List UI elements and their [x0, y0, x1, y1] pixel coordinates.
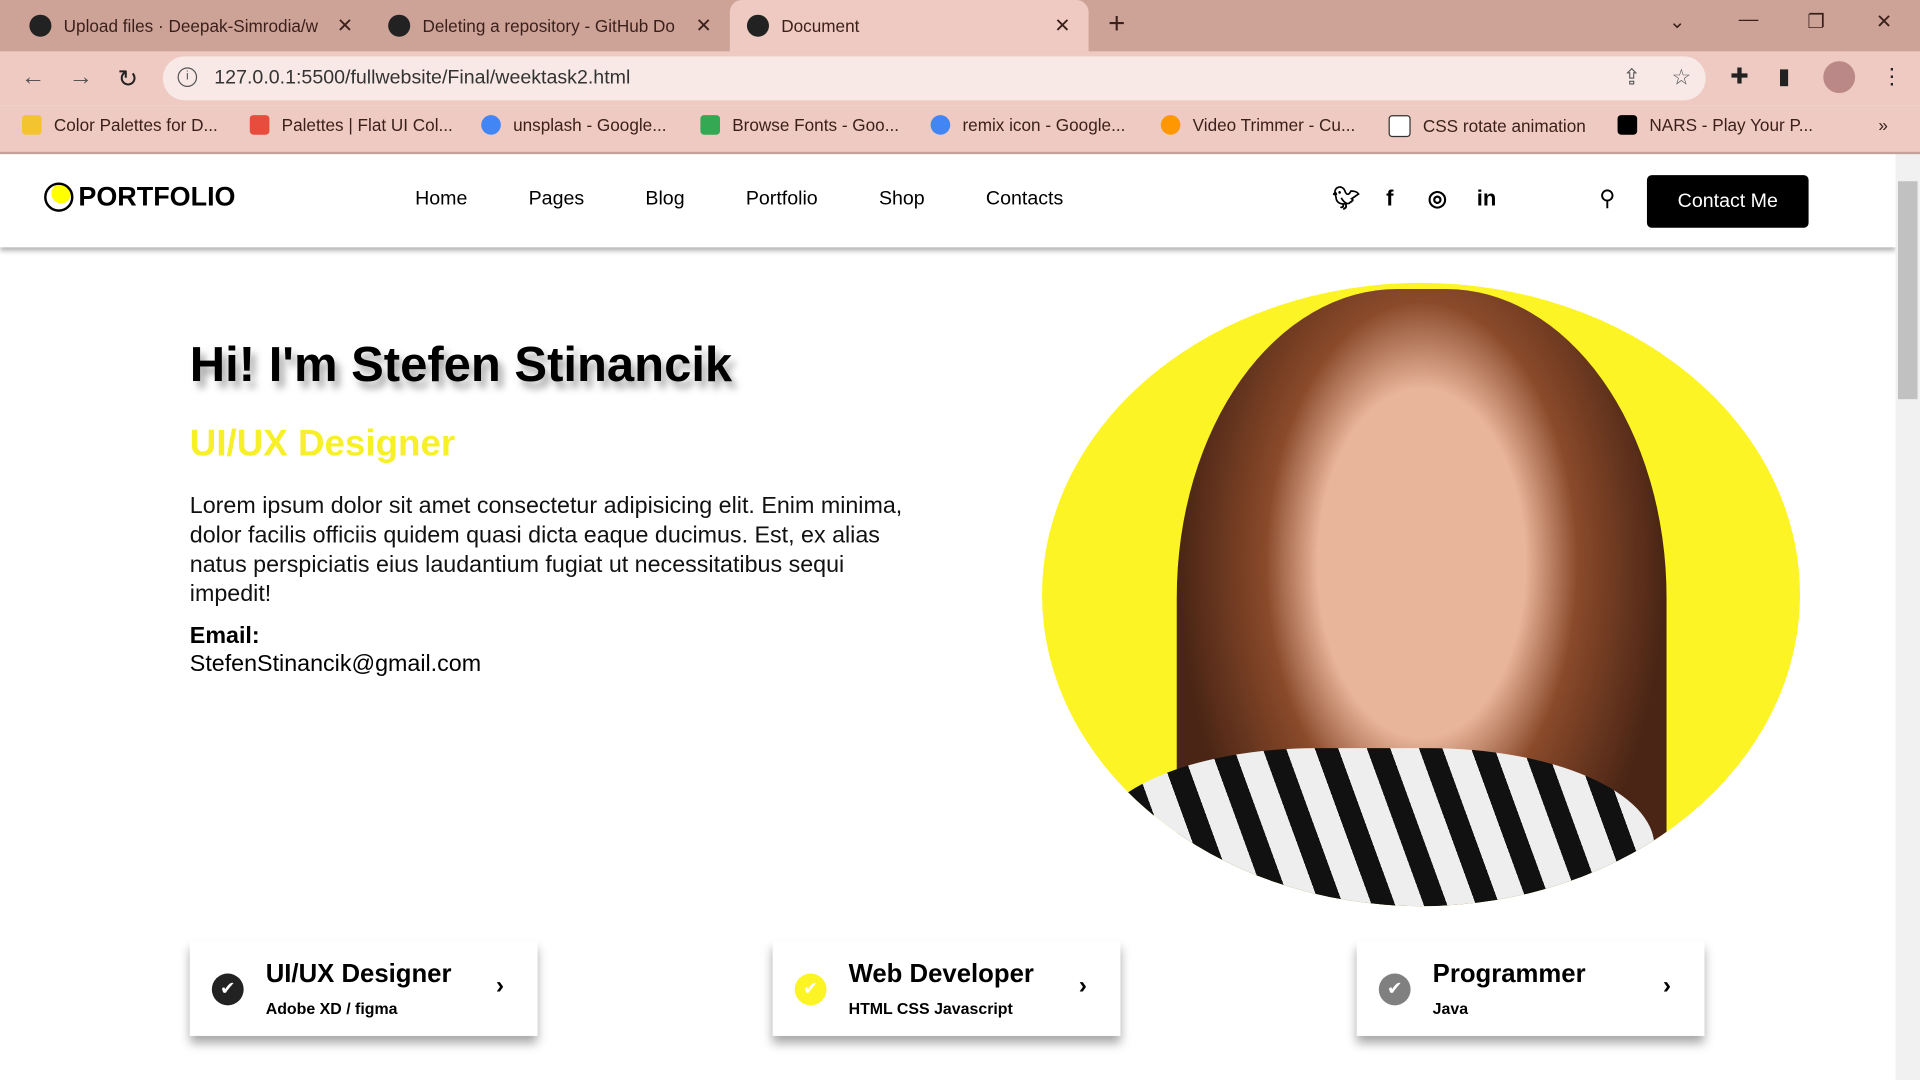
bookmark-favicon-icon	[1160, 115, 1181, 135]
skill-card-uiux[interactable]: ✔ UI/UX Designer Adobe XD / figma ›	[189, 940, 538, 1036]
card-title: Web Developer	[848, 960, 1034, 989]
facebook-icon[interactable]: f	[1386, 186, 1393, 212]
google-icon	[930, 115, 951, 135]
bookmark-item[interactable]: Browse Fonts - Goo...	[700, 115, 899, 135]
portrait-shirt	[1091, 748, 1655, 907]
skill-card-programmer[interactable]: ✔ Programmer Java ›	[1356, 940, 1705, 1036]
check-circle-icon: ✔	[211, 973, 244, 1006]
contact-me-button[interactable]: Contact Me	[1646, 175, 1809, 228]
email-label: Email:	[189, 623, 260, 649]
back-icon[interactable]: ←	[21, 64, 45, 92]
tab-document[interactable]: Document ✕	[729, 0, 1089, 52]
bookmark-favicon-icon	[1388, 115, 1411, 138]
check-circle-icon: ✔	[1378, 973, 1411, 1006]
browser-window: Upload files · Deepak-Simrodia/w ✕ Deleti…	[0, 0, 1920, 1080]
instagram-icon[interactable]: ◎	[1428, 186, 1447, 212]
logo-icon	[44, 182, 74, 212]
close-window-button[interactable]: ✕	[1876, 10, 1892, 34]
github-icon	[388, 14, 411, 37]
vertical-scrollbar[interactable]	[1895, 154, 1920, 1080]
tab-upload-files[interactable]: Upload files · Deepak-Simrodia/w ✕	[29, 0, 353, 51]
linkedin-icon[interactable]: in	[1477, 186, 1497, 212]
info-icon[interactable]: i	[177, 67, 198, 87]
nav-portfolio[interactable]: Portfolio	[746, 189, 818, 211]
site-logo[interactable]: PORTFOLIO	[44, 181, 236, 213]
close-tab-icon[interactable]: ✕	[696, 13, 712, 37]
nav-pages[interactable]: Pages	[529, 189, 585, 211]
google-icon	[481, 115, 501, 135]
bookmark-item[interactable]: remix icon - Google...	[930, 115, 1125, 135]
close-tab-icon[interactable]: ✕	[1054, 13, 1070, 37]
site-header: PORTFOLIO Home Pages Blog Portfolio Shop…	[0, 154, 1896, 248]
skill-card-web[interactable]: ✔ Web Developer HTML CSS Javascript ›	[772, 940, 1121, 1036]
check-circle-icon: ✔	[794, 973, 827, 1006]
profile-photo	[1042, 282, 1801, 907]
card-subtitle: Adobe XD / figma	[265, 999, 398, 1018]
bookmark-item[interactable]: Color Palettes for D...	[22, 115, 218, 135]
chevron-right-icon[interactable]: ›	[1079, 972, 1087, 1000]
tab-bar: Upload files · Deepak-Simrodia/w ✕ Deleti…	[0, 0, 1920, 52]
hero-role: UI/UX Designer	[189, 423, 456, 465]
new-tab-button[interactable]: +	[1108, 7, 1125, 41]
bookmark-favicon-icon	[700, 115, 721, 135]
toolbar: ← → ↻ i 127.0.0.1:5500/fullwebsite/Final…	[0, 51, 1920, 106]
extensions-icon[interactable]: ✚	[1730, 64, 1748, 90]
chevron-right-icon[interactable]: ›	[1663, 972, 1671, 1000]
bookmark-star-icon[interactable]: ☆	[1671, 65, 1691, 91]
bookmark-item[interactable]: CSS rotate animation	[1388, 115, 1586, 138]
more-bookmarks-button[interactable]: »	[1878, 115, 1888, 135]
hero-title: Hi! I'm Stefen Stinancik	[189, 337, 733, 392]
bookmark-item[interactable]: NARS - Play Your P...	[1617, 115, 1813, 135]
minimize-button[interactable]: —	[1739, 10, 1759, 32]
nav-blog[interactable]: Blog	[645, 189, 684, 211]
profile-avatar[interactable]	[1823, 61, 1856, 94]
bookmark-item[interactable]: Video Trimmer - Cu...	[1160, 115, 1355, 135]
menu-icon[interactable]: ⋮	[1881, 64, 1903, 90]
search-icon[interactable]: ⚲	[1599, 186, 1615, 212]
card-subtitle: HTML CSS Javascript	[848, 999, 1013, 1018]
main-nav: Home Pages Blog Portfolio Shop Contacts	[415, 189, 1063, 211]
close-tab-icon[interactable]: ✕	[337, 13, 353, 37]
chevron-right-icon[interactable]: ›	[496, 972, 504, 1000]
share-icon[interactable]: ⇪	[1622, 65, 1640, 91]
bookmark-favicon-icon	[249, 115, 270, 135]
nav-shop[interactable]: Shop	[879, 189, 925, 211]
github-icon	[29, 14, 52, 37]
bookmark-item[interactable]: Palettes | Flat UI Col...	[249, 115, 453, 135]
reload-icon[interactable]: ↻	[118, 64, 139, 95]
card-title: Programmer	[1432, 960, 1586, 989]
bookmark-favicon-icon	[1617, 115, 1638, 135]
globe-icon	[746, 14, 769, 37]
tab-deleting-repo[interactable]: Deleting a repository - GitHub Do ✕	[388, 0, 712, 51]
bookmark-item[interactable]: unsplash - Google...	[481, 115, 666, 135]
twitter-icon[interactable]: 🐦︎	[1332, 186, 1360, 212]
scrollbar-thumb[interactable]	[1897, 181, 1918, 400]
restore-button[interactable]: ❐	[1807, 10, 1825, 34]
tab-search-icon[interactable]: ⌄	[1669, 10, 1685, 34]
address-bar[interactable]: i 127.0.0.1:5500/fullwebsite/Final/weekt…	[162, 56, 1706, 101]
hero-description: Lorem ipsum dolor sit amet consectetur a…	[189, 493, 903, 608]
card-title: UI/UX Designer	[265, 960, 452, 989]
nav-home[interactable]: Home	[415, 189, 467, 211]
forward-icon[interactable]: →	[69, 64, 93, 92]
bookmarks-bar: Color Palettes for D... Palettes | Flat …	[0, 105, 1920, 155]
card-subtitle: Java	[1432, 999, 1469, 1018]
nav-contacts[interactable]: Contacts	[986, 189, 1063, 211]
page-content: PORTFOLIO Home Pages Blog Portfolio Shop…	[0, 154, 1896, 1080]
bookmark-favicon-icon	[22, 115, 42, 135]
email-address: StefenStinancik@gmail.com	[189, 651, 482, 678]
side-panel-icon[interactable]: ▮	[1778, 64, 1790, 90]
